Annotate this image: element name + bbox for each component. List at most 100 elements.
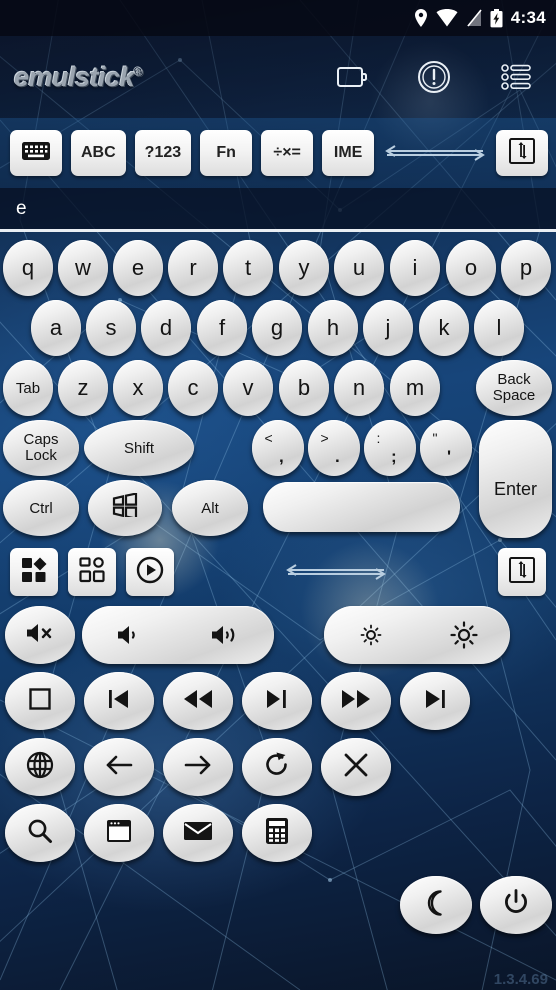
- key-a[interactable]: a: [31, 300, 81, 356]
- key-caps-lock[interactable]: Caps Lock: [3, 420, 79, 476]
- fast-forward-button[interactable]: [321, 672, 391, 730]
- key-p[interactable]: p: [501, 240, 551, 296]
- key-t[interactable]: t: [223, 240, 273, 296]
- key-v[interactable]: v: [223, 360, 273, 416]
- file-explorer-button[interactable]: [84, 804, 154, 862]
- refresh-button[interactable]: [242, 738, 312, 796]
- mail-button[interactable]: [163, 804, 233, 862]
- brightness-up-button[interactable]: [417, 606, 510, 664]
- key-n[interactable]: n: [334, 360, 384, 416]
- volume-down-button[interactable]: [82, 606, 178, 664]
- scroll-toggle-button-2[interactable]: [498, 548, 546, 596]
- key-l[interactable]: l: [474, 300, 524, 356]
- sleep-button[interactable]: [400, 876, 472, 934]
- key-i[interactable]: i: [390, 240, 440, 296]
- next-track-button[interactable]: [400, 672, 470, 730]
- keyboard-row-2: a s d f g h j k l: [0, 300, 556, 360]
- math-mode-label: ÷×=: [273, 144, 301, 161]
- text-display-field[interactable]: e: [0, 188, 556, 232]
- key-h[interactable]: h: [308, 300, 358, 356]
- key-j[interactable]: j: [363, 300, 413, 356]
- key-b[interactable]: b: [279, 360, 329, 416]
- key-backspace[interactable]: Back Space: [476, 360, 552, 416]
- updown-arrow-icon: [509, 137, 536, 169]
- rewind-button[interactable]: [163, 672, 233, 730]
- abc-mode-button[interactable]: ABC: [71, 130, 126, 176]
- horizontal-resize-arrow-icon-2[interactable]: [184, 561, 488, 583]
- key-y-label: y: [298, 255, 310, 280]
- key-quote[interactable]: " ': [420, 420, 472, 476]
- key-m[interactable]: m: [390, 360, 440, 416]
- key-shift[interactable]: Shift: [84, 420, 194, 476]
- key-m-label: m: [405, 375, 425, 400]
- ime-mode-label: IME: [333, 144, 363, 161]
- key-s[interactable]: s: [86, 300, 136, 356]
- keyboard-row-4: Caps Lock Shift < , > . : ; " ' Enter: [0, 420, 556, 538]
- updown-arrow-icon-2: [509, 556, 535, 588]
- key-q[interactable]: q: [3, 240, 53, 296]
- status-clock: 4:34: [510, 8, 546, 27]
- nav-forward-button[interactable]: [163, 738, 233, 796]
- keyboard-toggle-button[interactable]: [10, 130, 62, 176]
- key-comma-shift-label: <: [264, 430, 273, 447]
- key-u[interactable]: u: [334, 240, 384, 296]
- list-menu-icon[interactable]: [496, 57, 536, 97]
- key-y[interactable]: y: [279, 240, 329, 296]
- key-w[interactable]: w: [58, 240, 108, 296]
- key-e[interactable]: e: [113, 240, 163, 296]
- key-a-label: a: [49, 315, 63, 340]
- key-r[interactable]: r: [168, 240, 218, 296]
- play-launcher-button[interactable]: [126, 548, 174, 596]
- key-period[interactable]: > .: [308, 420, 360, 476]
- key-windows[interactable]: [88, 480, 162, 536]
- search-button[interactable]: [5, 804, 75, 862]
- horizontal-resize-arrow-icon[interactable]: [383, 142, 487, 164]
- key-d[interactable]: d: [141, 300, 191, 356]
- close-window-button[interactable]: [321, 738, 391, 796]
- play-pause-button[interactable]: [242, 672, 312, 730]
- skip-next-icon: [422, 687, 448, 716]
- mode-toolbar: ABC ?123 Fn ÷×= IME: [0, 118, 556, 188]
- key-g[interactable]: g: [252, 300, 302, 356]
- key-c[interactable]: c: [168, 360, 218, 416]
- mute-button[interactable]: [5, 606, 75, 664]
- key-o[interactable]: o: [446, 240, 496, 296]
- scroll-toggle-button[interactable]: [496, 130, 549, 176]
- key-f[interactable]: f: [197, 300, 247, 356]
- key-ctrl[interactable]: Ctrl: [3, 480, 79, 536]
- quick-launch-bar: [0, 540, 556, 604]
- key-tab-label: Tab: [15, 379, 41, 397]
- volume-up-button[interactable]: [178, 606, 274, 664]
- browser-home-button[interactable]: [5, 738, 75, 796]
- apps-grid-icon: [21, 557, 47, 588]
- stop-button[interactable]: [5, 672, 75, 730]
- calculator-button[interactable]: [242, 804, 312, 862]
- ime-mode-button[interactable]: IME: [322, 130, 375, 176]
- task-view-button[interactable]: [68, 548, 116, 596]
- key-k[interactable]: k: [419, 300, 469, 356]
- brightness-down-button[interactable]: [324, 606, 417, 664]
- nav-back-button[interactable]: [84, 738, 154, 796]
- keyboard-icon: [22, 141, 50, 166]
- app-logo-text: emulstick: [14, 61, 135, 92]
- key-semicolon-shift-label: :: [376, 430, 381, 447]
- key-z[interactable]: z: [58, 360, 108, 416]
- num-sym-mode-button[interactable]: ?123: [134, 130, 192, 176]
- alert-icon[interactable]: [414, 57, 454, 97]
- math-mode-button[interactable]: ÷×=: [261, 130, 314, 176]
- apps-row: [0, 802, 556, 868]
- key-space[interactable]: [263, 482, 460, 532]
- key-semicolon[interactable]: : ;: [364, 420, 416, 476]
- power-button[interactable]: [480, 876, 552, 934]
- fn-mode-button[interactable]: Fn: [200, 130, 253, 176]
- key-comma[interactable]: < ,: [252, 420, 304, 476]
- key-alt[interactable]: Alt: [172, 480, 248, 536]
- browser-nav-row: [0, 736, 556, 802]
- key-x[interactable]: x: [113, 360, 163, 416]
- search-icon: [27, 818, 53, 849]
- key-tab[interactable]: Tab: [3, 360, 53, 416]
- apps-grid-button[interactable]: [10, 548, 58, 596]
- key-w-label: w: [75, 255, 91, 280]
- previous-track-button[interactable]: [84, 672, 154, 730]
- screen-icon[interactable]: [332, 57, 372, 97]
